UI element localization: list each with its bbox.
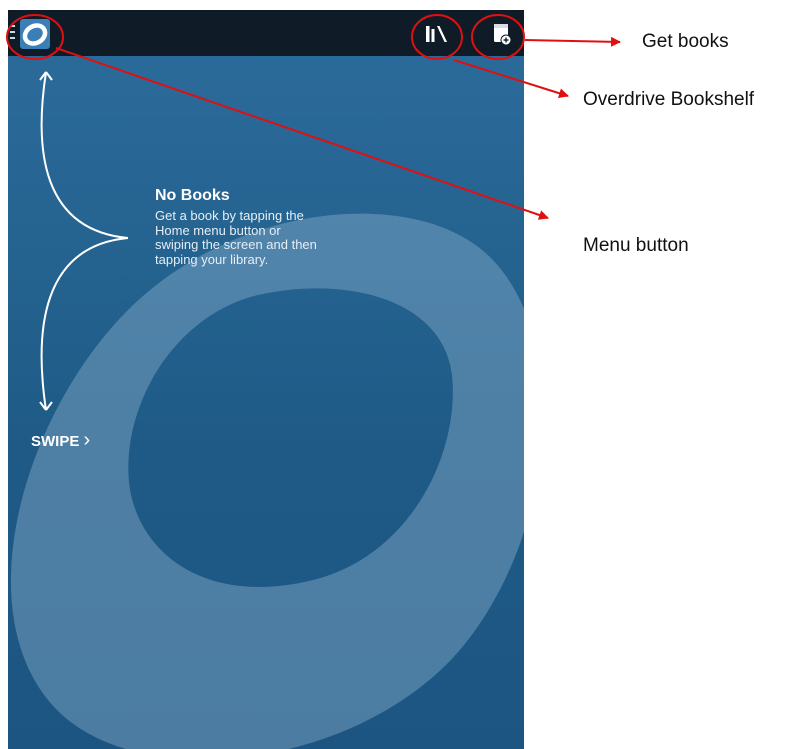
empty-state-title: No Books — [155, 187, 230, 204]
swipe-label: SWIPE — [31, 433, 80, 450]
app-screen[interactable]: No Books Get a book by tapping the Home … — [8, 10, 524, 749]
swipe-hint-bracket — [39, 71, 129, 411]
empty-state-message: Get a book by tapping the Home menu butt… — [155, 208, 317, 267]
menu-button-callout: Menu button — [583, 235, 689, 256]
get-books-callout: Get books — [642, 31, 729, 52]
bookshelf-icon[interactable] — [420, 21, 452, 47]
bookshelf-callout: Overdrive Bookshelf — [583, 89, 755, 110]
add-book-icon[interactable] — [484, 18, 520, 50]
chevron-right-icon: › — [83, 429, 91, 451]
swipe-hint: SWIPE › — [31, 429, 90, 452]
